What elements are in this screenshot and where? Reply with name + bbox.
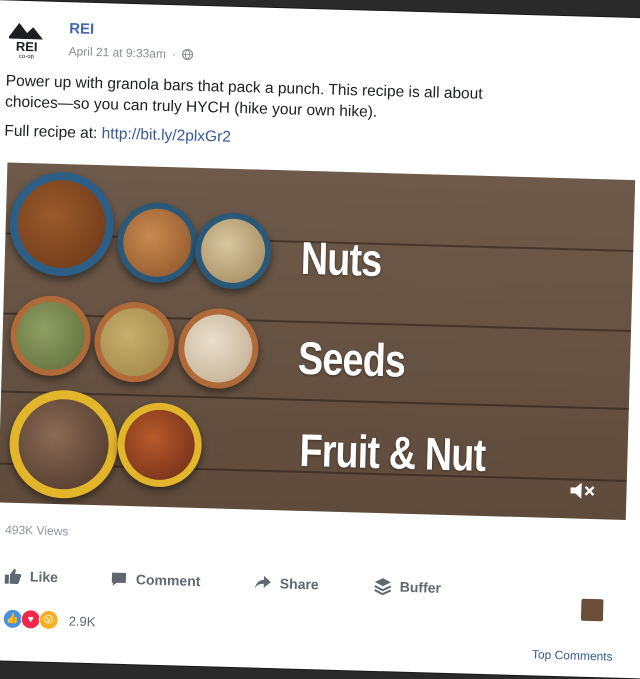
view-count: 493K Views	[5, 522, 69, 539]
action-bar: Like Comment Share Buffer	[3, 567, 640, 615]
buffer-button[interactable]: Buffer	[374, 577, 442, 597]
like-label: Like	[29, 568, 59, 586]
cashew-bowl	[194, 211, 273, 290]
globe-icon	[182, 48, 194, 61]
pumpkin-seed-bowl	[9, 294, 92, 377]
rei-logo[interactable]: REI co-op	[6, 18, 55, 60]
reactions-summary[interactable]: 👍 ♥ 😮 2.9K	[2, 608, 96, 632]
share-button[interactable]: Share	[254, 574, 319, 594]
sunflower-seed-bowl	[177, 307, 260, 390]
buffer-label: Buffer	[399, 578, 442, 596]
comment-label: Comment	[135, 571, 201, 590]
top-comments-dropdown[interactable]: Top Comments	[532, 647, 613, 663]
logo-subtext: co-op	[19, 54, 35, 60]
media-label-seeds: Seeds	[297, 331, 406, 387]
media-label-nuts: Nuts	[300, 231, 383, 287]
like-button[interactable]: Like	[4, 567, 58, 587]
video-player[interactable]: Nuts Seeds Fruit & Nut	[0, 162, 636, 520]
pecan-bowl	[8, 170, 116, 278]
dried-fruit-bowl	[116, 401, 203, 489]
recipe-link[interactable]: http://bit.ly/2plxGr2	[101, 125, 231, 146]
post-body: Power up with granola bars that pack a p…	[4, 70, 606, 158]
share-label: Share	[279, 575, 319, 593]
comment-icon	[111, 572, 127, 586]
post-header: REI co-op REI April 21 at 9:33am ·	[6, 14, 507, 78]
facebook-post-card: REI co-op REI April 21 at 9:33am · Power…	[0, 0, 640, 679]
page-name-link[interactable]: REI	[69, 20, 94, 38]
flax-seed-bowl	[93, 301, 176, 384]
buffer-icon	[374, 578, 392, 596]
trail-mix-bowl	[8, 388, 120, 500]
share-icon	[254, 575, 271, 589]
logo-text: REI	[16, 39, 38, 55]
media-label-fruit-nut: Fruit & Nut	[298, 423, 487, 481]
user-avatar[interactable]	[580, 598, 604, 622]
comment-button[interactable]: Comment	[110, 570, 201, 591]
recipe-prefix: Full recipe at:	[4, 122, 102, 143]
reaction-count: 2.9K	[68, 612, 96, 629]
almond-bowl	[116, 201, 199, 284]
wow-reaction-icon: 😮	[38, 609, 59, 631]
post-meta: April 21 at 9:33am ·	[68, 44, 194, 61]
mute-icon[interactable]	[568, 480, 597, 501]
thumbs-up-icon	[4, 568, 22, 584]
post-timestamp[interactable]: April 21 at 9:33am	[68, 44, 166, 61]
